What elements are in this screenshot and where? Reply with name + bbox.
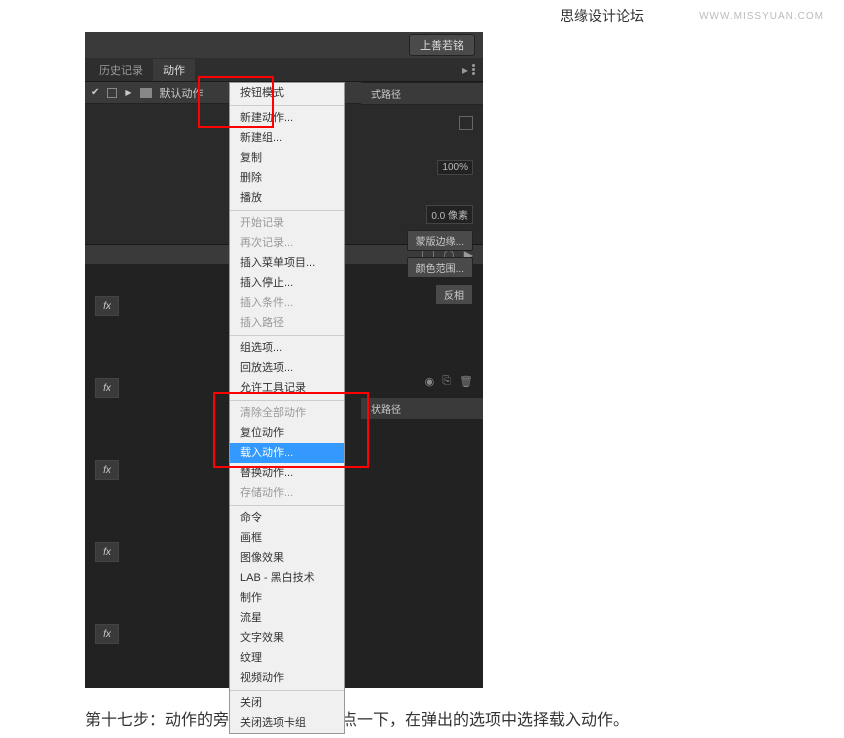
menu-item[interactable]: 插入停止... [230,273,344,293]
workspace-button[interactable]: 上善若铭 [409,34,475,56]
menu-item[interactable]: 插入菜单项目... [230,253,344,273]
check-icon: ✔ [91,87,99,98]
page-header: 思缘设计论坛 WWW.MISSYUAN.COM [0,0,844,32]
menu-separator [230,335,344,336]
dialog-toggle-icon[interactable] [107,88,117,98]
panel-menu-button[interactable]: ▸ [462,63,475,77]
trash-icon[interactable]: 🗑 [459,375,473,388]
menu-dot-icon [472,68,475,71]
menu-item: 存储动作... [230,483,344,503]
menu-item[interactable]: LAB - 黑白技术 [230,568,344,588]
color-range-button[interactable]: 颜色范围... [407,257,473,278]
tab-actions[interactable]: 动作 [153,59,195,81]
opacity-value[interactable]: 100% [437,160,473,175]
site-name: 思缘设计论坛 [0,6,644,26]
menu-item[interactable]: 新建动作... [230,108,344,128]
menu-item[interactable]: 视频动作 [230,668,344,688]
actions-panel-menu: 按钮模式新建动作...新建组...复制删除播放开始记录再次记录...插入菜单项目… [229,82,345,734]
menu-item[interactable]: 按钮模式 [230,83,344,103]
action-set-label: 默认动作 [160,85,204,101]
menu-item[interactable]: 关闭 [230,693,344,713]
fx-badge: fx [95,624,119,644]
refine-edge-button[interactable]: 蒙版边缘... [407,230,473,251]
menu-separator [230,105,344,106]
feather-value[interactable]: 0.0 像素 [426,205,473,224]
menu-item[interactable]: 命令 [230,508,344,528]
mask-add-icon[interactable] [459,116,473,130]
menu-item[interactable]: 组选项... [230,338,344,358]
menu-separator [230,210,344,211]
menu-item: 开始记录 [230,213,344,233]
menu-item[interactable]: 删除 [230,168,344,188]
fx-badge: fx [95,378,119,398]
menu-dot-icon [472,64,475,67]
menu-item: 清除全部动作 [230,403,344,423]
app-window: 上善若铭 历史记录 动作 ▸ ✔ ▶ 默认动作 ▶ fx fx fx fx fx [85,32,483,688]
menu-separator [230,505,344,506]
menu-separator [230,690,344,691]
eye-icon[interactable]: ◉ [425,375,435,388]
panel-tabs: 历史记录 动作 ▸ [85,58,483,82]
menu-dot-icon [472,72,475,75]
fx-badge: fx [95,460,119,480]
menu-item[interactable]: 播放 [230,188,344,208]
menu-item[interactable]: 文字效果 [230,628,344,648]
menu-item[interactable]: 关闭选项卡组 [230,713,344,733]
menu-item[interactable]: 复制 [230,148,344,168]
menu-item: 插入条件... [230,293,344,313]
menu-item[interactable]: 画框 [230,528,344,548]
mask-path-label[interactable]: 式路径 [361,82,483,105]
menu-item[interactable]: 图像效果 [230,548,344,568]
path-panel-label[interactable]: 状路径 [361,397,483,420]
step-caption: 第十七步：动作的旁边的小三角形，点一下，在弹出的选项中选择载入动作。 [85,706,844,730]
menu-item: 插入路径 [230,313,344,333]
link-icon[interactable]: ⎘ [442,375,451,388]
menu-item[interactable]: 替换动作... [230,463,344,483]
menu-separator [230,400,344,401]
folder-icon [140,88,152,98]
caret-right-icon: ▶ [125,88,131,97]
menu-item: 再次记录... [230,233,344,253]
menu-item[interactable]: 新建组... [230,128,344,148]
menu-item[interactable]: 流星 [230,608,344,628]
tab-history[interactable]: 历史记录 [89,59,153,81]
menu-item[interactable]: 纹理 [230,648,344,668]
fx-badge: fx [95,296,119,316]
menu-item[interactable]: 复位动作 [230,423,344,443]
menu-item[interactable]: 制作 [230,588,344,608]
caret-right-icon: ▸ [462,63,468,77]
menu-item[interactable]: 载入动作... [230,443,344,463]
invert-button[interactable]: 反相 [435,284,473,305]
menu-item[interactable]: 允许工具记录 [230,378,344,398]
site-url: WWW.MISSYUAN.COM [699,11,824,22]
right-side-panel: 式路径 100% 0.0 像素 蒙版边缘... 颜色范围... 反相 ◉ ⎘ 🗑… [361,82,483,420]
title-bar: 上善若铭 [85,32,483,58]
fx-badge: fx [95,542,119,562]
menu-item[interactable]: 回放选项... [230,358,344,378]
